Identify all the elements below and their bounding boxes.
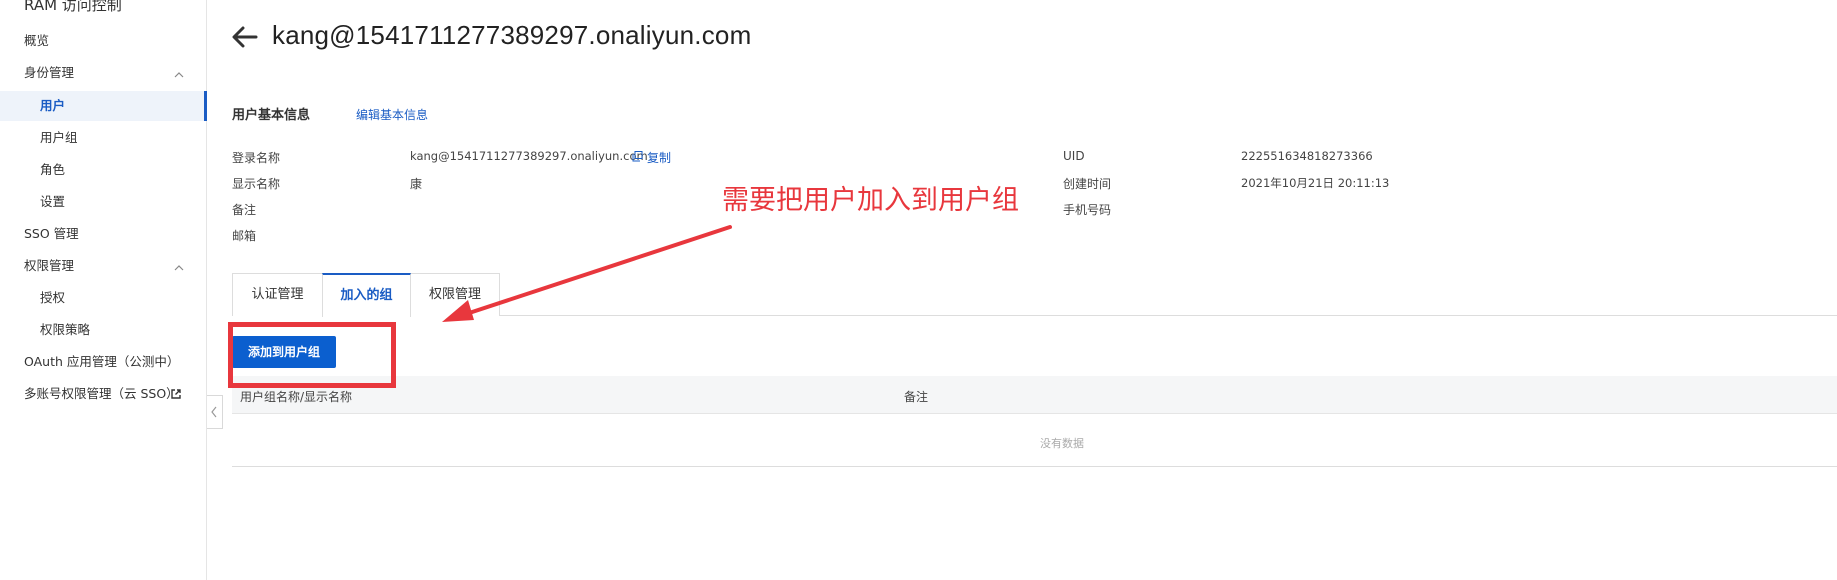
basic-info-title: 用户基本信息 (232, 108, 311, 123)
sidebar-item-overview[interactable]: 概览 (0, 26, 206, 56)
copy-button[interactable]: 复制 (647, 149, 671, 166)
sidebar-item-user-groups[interactable]: 用户组 (0, 123, 206, 153)
table-empty-row (232, 414, 1837, 467)
page-title: kang@1541711277389297.onaliyun.com (272, 20, 752, 50)
empty-state-text: 没有数据 (1040, 437, 1084, 450)
column-header-remark: 备注 (904, 390, 929, 404)
sidebar-item-identity[interactable]: 身份管理 (0, 58, 206, 88)
tab-joined-groups[interactable]: 加入的组 (322, 273, 411, 317)
display-name-label: 显示名称 (232, 177, 281, 191)
table-header: 用户组名称/显示名称 备注 (232, 376, 1837, 414)
annotation-highlight-box (228, 322, 396, 388)
uid-label: UID (1063, 149, 1085, 163)
annotation-text: 需要把用户加入到用户组 (722, 185, 1019, 216)
sidebar-item-label: 多账号权限管理（云 SSO） (24, 386, 179, 401)
sidebar-item-label: 角色 (40, 162, 66, 177)
chevron-up-icon (174, 265, 184, 271)
column-header-group-name: 用户组名称/显示名称 (240, 390, 353, 404)
sidebar-item-label: 用户 (40, 98, 66, 113)
sidebar-item-settings[interactable]: 设置 (0, 187, 206, 217)
sidebar-item-cloud-sso[interactable]: 多账号权限管理（云 SSO） (0, 379, 206, 409)
remark-label: 备注 (232, 203, 257, 217)
chevron-up-icon (174, 72, 184, 78)
sidebar: RAM 访问控制 概览 身份管理 用户 用户组 角色 设置 SSO 管理 权限管… (0, 0, 207, 580)
chevron-left-icon (211, 406, 217, 418)
copy-icon[interactable] (632, 151, 643, 162)
external-link-icon (171, 389, 181, 399)
sidebar-item-roles[interactable]: 角色 (0, 155, 206, 185)
sidebar-item-label: 权限管理 (24, 258, 75, 273)
sidebar-item-permissions[interactable]: 权限管理 (0, 251, 206, 281)
uid-value: 222551634818273366 (1241, 149, 1373, 163)
created-time-value: 2021年10月21日 20:11:13 (1241, 176, 1390, 190)
sidebar-item-label: 身份管理 (24, 65, 75, 80)
edit-basic-info-link[interactable]: 编辑基本信息 (356, 106, 428, 123)
sidebar-item-label: 权限策略 (40, 322, 91, 337)
login-name-value: kang@1541711277389297.onaliyun.com (410, 149, 648, 163)
sidebar-item-label: SSO 管理 (24, 226, 79, 241)
sidebar-item-sso[interactable]: SSO 管理 (0, 219, 206, 249)
sidebar-title: RAM 访问控制 (24, 0, 122, 14)
annotation-arrow-icon (442, 225, 732, 322)
sidebar-item-oauth[interactable]: OAuth 应用管理（公测中） (0, 347, 206, 377)
sidebar-item-grants[interactable]: 授权 (0, 283, 206, 313)
sidebar-item-users[interactable]: 用户 (0, 91, 207, 121)
sidebar-item-label: 设置 (40, 194, 66, 209)
display-name-value: 康 (410, 177, 423, 191)
sidebar-collapse-button[interactable] (207, 395, 223, 429)
phone-label: 手机号码 (1063, 203, 1112, 217)
sidebar-item-policies[interactable]: 权限策略 (0, 315, 206, 345)
sidebar-item-label: 用户组 (40, 130, 78, 145)
sidebar-item-label: OAuth 应用管理（公测中） (24, 354, 180, 369)
email-label: 邮箱 (232, 229, 257, 243)
back-arrow-icon[interactable] (230, 23, 260, 51)
created-time-label: 创建时间 (1063, 177, 1112, 191)
sidebar-item-label: 授权 (40, 290, 66, 305)
login-name-label: 登录名称 (232, 151, 281, 165)
tab-auth-management[interactable]: 认证管理 (232, 273, 322, 316)
sidebar-item-label: 概览 (24, 33, 50, 48)
